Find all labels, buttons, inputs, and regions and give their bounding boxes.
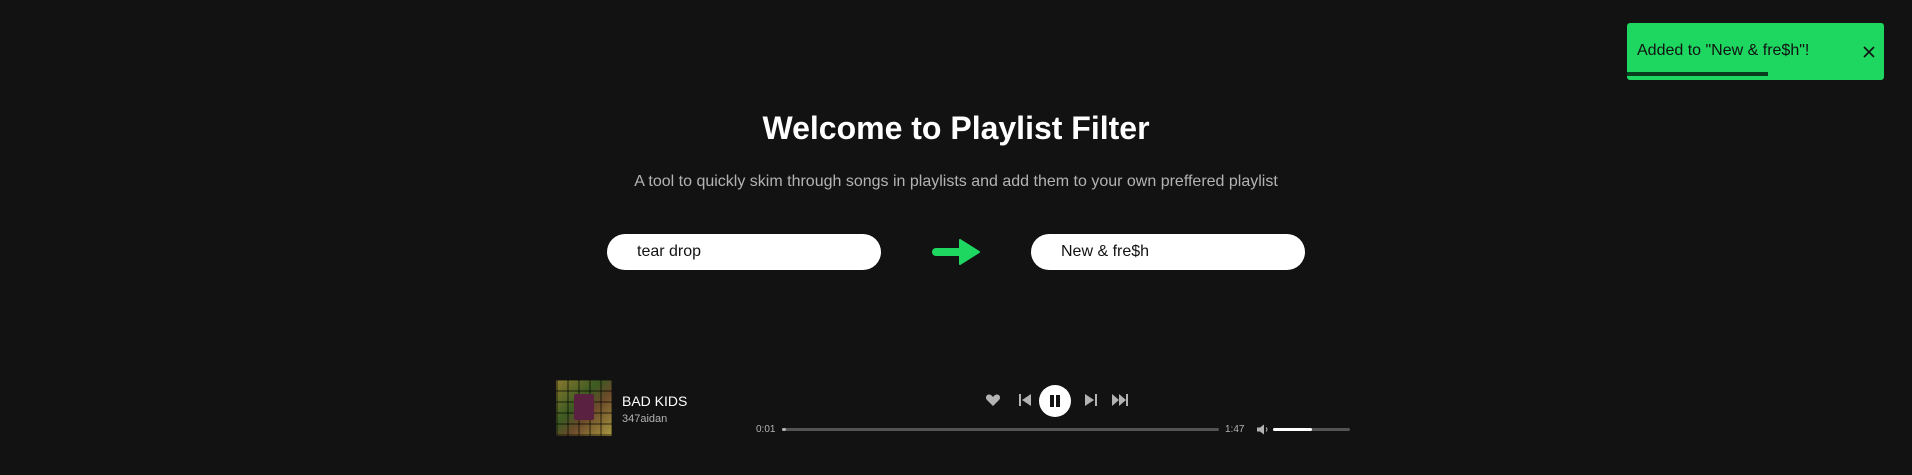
- arrow-right-icon: [932, 239, 980, 265]
- toast-message: Added to "New & fre$h"!: [1637, 42, 1810, 59]
- pause-button[interactable]: [1039, 385, 1071, 417]
- track-title: BAD KIDS: [622, 393, 688, 409]
- page-title: Welcome to Playlist Filter: [762, 110, 1150, 146]
- close-icon[interactable]: [1862, 45, 1876, 59]
- volume-icon[interactable]: [1257, 424, 1269, 435]
- next-icon[interactable]: [1083, 392, 1099, 408]
- skip-forward-icon[interactable]: [1112, 392, 1128, 408]
- current-time: 0:01: [756, 424, 776, 435]
- duration: 1:47: [1225, 424, 1245, 435]
- pause-icon: [1050, 395, 1060, 407]
- progress-fill: [782, 428, 787, 431]
- progress-bar[interactable]: [782, 428, 1219, 431]
- volume-fill: [1273, 428, 1312, 431]
- previous-icon[interactable]: [1017, 392, 1033, 408]
- destination-playlist-field[interactable]: New & fre$h: [1031, 234, 1305, 270]
- track-artist[interactable]: 347aidan: [622, 413, 667, 425]
- heart-icon[interactable]: [985, 392, 1001, 408]
- player-bar: BAD KIDS 347aidan 0:01 1:47: [0, 370, 1912, 475]
- source-playlist-field[interactable]: tear drop: [607, 234, 881, 270]
- volume-slider[interactable]: [1273, 428, 1350, 431]
- toast-timer-bar: [1627, 72, 1769, 76]
- page-subtitle: A tool to quickly skim through songs in …: [634, 173, 1278, 190]
- toast-notification: Added to "New & fre$h"!: [1627, 23, 1884, 80]
- album-cover: [556, 380, 612, 436]
